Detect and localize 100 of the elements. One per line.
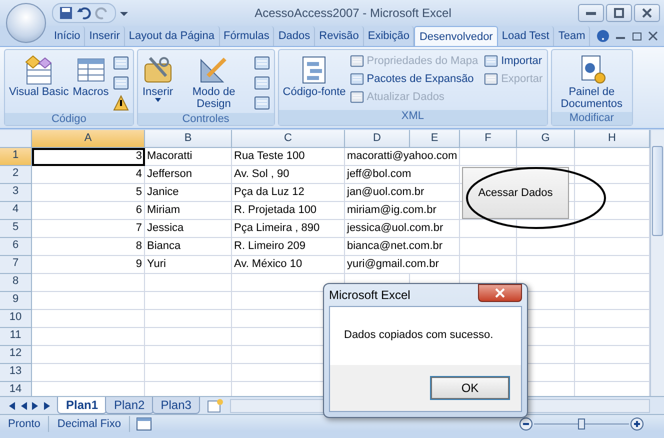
ribbon-button[interactable]: Inserir xyxy=(142,52,174,111)
row-header[interactable]: 8 xyxy=(0,274,32,292)
column-header[interactable]: D xyxy=(345,130,410,148)
empty-cell xyxy=(517,238,575,256)
maximize-button[interactable] xyxy=(606,4,632,22)
minimize-icon xyxy=(586,12,596,14)
ribbon-button[interactable]: Visual Basic xyxy=(9,52,69,111)
table-icon xyxy=(484,72,498,86)
table-icon xyxy=(254,95,270,111)
table-cell: 6 xyxy=(32,202,145,220)
table-cell: R. Limeiro 209 xyxy=(232,238,345,256)
table-cell: Yuri xyxy=(145,256,232,274)
ok-button[interactable]: OK xyxy=(431,377,509,399)
ribbon-button[interactable]: Macros xyxy=(72,52,109,111)
sheet-tab[interactable]: Plan1 xyxy=(57,397,108,414)
maximize-icon xyxy=(614,8,624,18)
row-header[interactable]: 1 xyxy=(0,148,32,166)
table-cell: Jessica xyxy=(145,220,232,238)
row-header[interactable]: 3 xyxy=(0,184,32,202)
row-header[interactable]: 14 xyxy=(0,382,32,396)
empty-cell xyxy=(460,220,517,238)
table-cell: Jefferson xyxy=(145,166,232,184)
table-cell: R. Projetada 100 xyxy=(232,202,345,220)
ribbon-tab[interactable]: Desenvolvedor xyxy=(414,26,498,46)
table-cell: 9 xyxy=(32,256,145,274)
table-cell: Miriam xyxy=(145,202,232,220)
dropdown-icon[interactable] xyxy=(120,9,128,17)
table-icon xyxy=(350,72,364,86)
close-icon[interactable] xyxy=(648,31,658,41)
group-label: Código xyxy=(5,113,133,125)
column-header[interactable]: G xyxy=(517,130,575,148)
table-cell: Macoratti xyxy=(145,148,232,166)
column-header[interactable]: C xyxy=(232,130,345,148)
row-header[interactable]: 2 xyxy=(0,166,32,184)
table-cell: Pça Limeira , 890 xyxy=(232,220,345,238)
table-cell: jeff@bol.com xyxy=(345,166,460,184)
column-header[interactable]: B xyxy=(145,130,232,148)
office-button[interactable] xyxy=(6,3,46,43)
undo-icon[interactable] xyxy=(77,6,91,20)
column-header[interactable]: F xyxy=(460,130,517,148)
table-cell: 3 xyxy=(32,148,145,166)
warning-icon[interactable] xyxy=(112,95,129,111)
ribbon-button[interactable]: Modo de Design xyxy=(178,52,250,111)
row-header[interactable]: 4 xyxy=(0,202,32,220)
row-header[interactable]: 12 xyxy=(0,346,32,364)
sheet-tab[interactable]: Plan3 xyxy=(152,397,200,414)
row-header[interactable]: 7 xyxy=(0,256,32,274)
empty-cell xyxy=(517,220,575,238)
zoom-slider[interactable] xyxy=(519,416,644,430)
group-label: Controles xyxy=(138,113,274,125)
row-header[interactable]: 11 xyxy=(0,328,32,346)
ribbon-button[interactable]: Código-fonte xyxy=(282,52,346,108)
group-label: Modificar xyxy=(552,112,632,125)
empty-cell xyxy=(517,256,575,274)
row-header[interactable]: 10 xyxy=(0,310,32,328)
ribbon-button[interactable]: Painel de Documentos xyxy=(556,52,628,110)
vertical-scrollbar[interactable] xyxy=(650,130,664,396)
table-cell: macoratti@yahoo.com xyxy=(345,148,460,166)
first-sheet-icon[interactable] xyxy=(8,402,15,410)
table-cell: Av. México 10 xyxy=(232,256,345,274)
close-icon xyxy=(642,8,652,18)
ribbon-small-button[interactable]: Importar xyxy=(484,52,543,70)
table-icon xyxy=(112,55,129,71)
zoom-thumb[interactable] xyxy=(578,418,585,429)
column-header[interactable]: E xyxy=(410,130,460,148)
empty-cell xyxy=(460,238,517,256)
table-cell: Av. Sol , 90 xyxy=(232,166,345,184)
next-sheet-icon[interactable] xyxy=(32,402,39,410)
column-header[interactable]: H xyxy=(575,130,650,148)
table-icon xyxy=(350,90,364,104)
prev-sheet-icon[interactable] xyxy=(20,402,27,410)
macro-record-icon[interactable] xyxy=(136,416,152,430)
table-cell: Pça da Luz 12 xyxy=(232,184,345,202)
table-icon xyxy=(112,75,129,91)
table-cell: Rua Teste 100 xyxy=(232,148,345,166)
restore-icon[interactable] xyxy=(632,31,642,41)
table-cell: miriam@ig.com.br xyxy=(345,202,460,220)
table-cell: jessica@uol.com.br xyxy=(345,220,460,238)
sheet-tab[interactable]: Plan2 xyxy=(105,397,154,414)
table-cell: Janice xyxy=(145,184,232,202)
last-sheet-icon[interactable] xyxy=(44,402,51,410)
save-icon[interactable] xyxy=(59,6,73,20)
access-data-button[interactable]: Acessar Dados xyxy=(462,167,569,219)
column-header[interactable]: A xyxy=(32,130,145,148)
row-header[interactable]: 6 xyxy=(0,238,32,256)
table-cell: 7 xyxy=(32,220,145,238)
table-cell: yuri@gmail.com.br xyxy=(345,256,460,274)
table-cell: 8 xyxy=(32,238,145,256)
group-label: XML xyxy=(278,110,547,125)
row-header[interactable]: 9 xyxy=(0,292,32,310)
row-header[interactable]: 13 xyxy=(0,364,32,382)
close-icon xyxy=(495,288,505,298)
close-button[interactable] xyxy=(478,284,522,302)
help-icon[interactable] xyxy=(596,29,610,43)
close-button[interactable] xyxy=(634,4,660,22)
row-header[interactable]: 5 xyxy=(0,220,32,238)
ribbon-small-button[interactable]: Pacotes de Expansão xyxy=(350,70,478,88)
table-cell: bianca@net.com.br xyxy=(345,238,460,256)
minimize-button[interactable] xyxy=(578,4,604,22)
dialog-title: Microsoft Excel xyxy=(329,288,410,302)
